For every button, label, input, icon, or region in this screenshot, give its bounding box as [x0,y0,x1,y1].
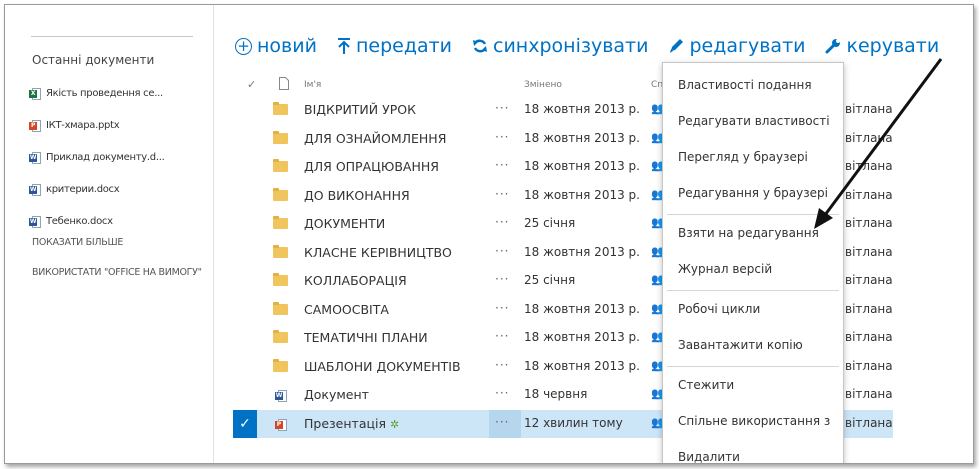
arrow-annotation [814,58,943,229]
app-window: Останні документи X Якість проведення се.… [4,4,974,464]
